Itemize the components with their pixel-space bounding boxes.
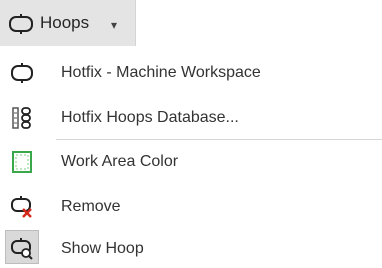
hoop-icon <box>9 14 33 34</box>
caret-down-icon: ▾ <box>111 18 118 32</box>
menu-item-remove[interactable]: Remove <box>0 184 382 228</box>
remove-hoop-icon <box>11 196 32 218</box>
hoops-dropdown-menu: Hotfix - Machine Workspace Hotfix Hoops … <box>0 46 382 268</box>
menu-item-hotfix-machine-workspace[interactable]: Hotfix - Machine Workspace <box>0 50 382 94</box>
menu-item-show-hoop[interactable]: Show Hoop <box>0 226 382 268</box>
database-list-icon <box>12 107 31 129</box>
hoop-icon <box>11 63 33 83</box>
menu-item-label: Hotfix Hoops Database... <box>61 109 239 126</box>
menu-item-label: Work Area Color <box>61 153 179 170</box>
menu-item-label: Show Hoop <box>61 240 144 257</box>
show-hoop-icon <box>11 238 33 260</box>
menu-item-work-area-color[interactable]: Work Area Color <box>0 139 382 183</box>
work-area-icon <box>12 151 32 173</box>
menu-item-label: Hotfix - Machine Workspace <box>61 64 261 81</box>
hoops-ribbon-button[interactable]: Hoops ▾ <box>0 0 136 46</box>
hoops-menu-screen: Hoops ▾ Hotfix - Machine Workspace Hotfi… <box>0 0 382 268</box>
menu-item-label: Remove <box>61 198 121 215</box>
hoops-ribbon-label: Hoops <box>40 13 90 32</box>
menu-item-hotfix-hoops-database[interactable]: Hotfix Hoops Database... <box>0 95 382 139</box>
